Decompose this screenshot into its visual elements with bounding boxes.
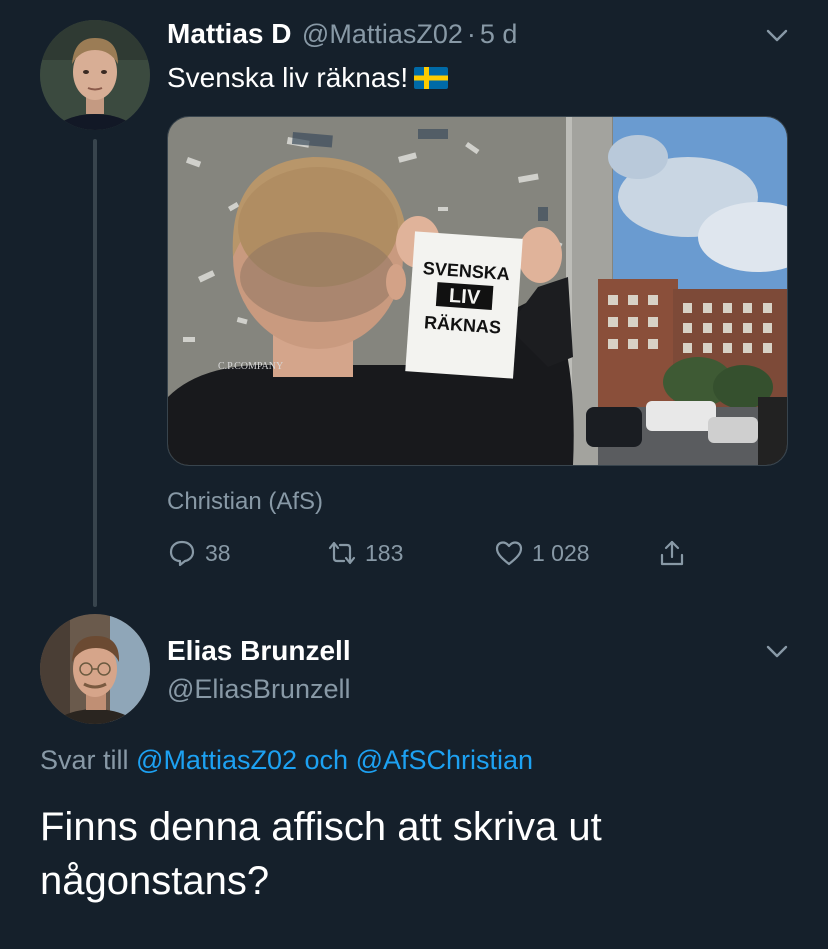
- reply-context: Svar till @MattiasZ02 och @AfSChristian: [40, 745, 533, 776]
- avatar-elias[interactable]: [40, 614, 150, 724]
- share-icon: [660, 540, 684, 566]
- tweet-text-line: Finns denna affisch att skriva ut: [40, 805, 602, 849]
- tweet2-text: Finns denna affisch att skriva ut någons…: [40, 800, 602, 908]
- tweet-text-line: någonstans?: [40, 859, 270, 903]
- thread-line: [93, 139, 97, 607]
- tweet1-text: Svenska liv räknas!: [167, 62, 449, 94]
- reply-prefix: Svar till: [40, 745, 129, 775]
- tweet-media[interactable]: SVENSKA LIV RÄKNAS C.P.COMPANY: [167, 116, 788, 466]
- share-button[interactable]: [657, 538, 687, 568]
- avatar-image: [40, 20, 150, 130]
- reply-count: 38: [205, 539, 231, 566]
- like-count: 1 028: [532, 539, 590, 566]
- poster-line-2: LIV: [448, 285, 481, 309]
- retweet-count: 183: [365, 539, 404, 566]
- reply-button[interactable]: 38: [167, 538, 231, 568]
- chevron-down-icon: [766, 645, 788, 658]
- jacket-label: C.P.COMPANY: [218, 361, 283, 372]
- tweet-time[interactable]: 5 d: [480, 19, 518, 49]
- retweet-icon: [328, 541, 356, 565]
- tweet1-header: Mattias D @MattiasZ02 · 5 d: [167, 18, 517, 50]
- separator-dot: ·: [466, 19, 476, 49]
- chevron-down-icon: [766, 29, 788, 42]
- mention-link[interactable]: @AfSChristian: [356, 745, 533, 775]
- avatar-image: [40, 614, 150, 724]
- sweden-flag-icon: [414, 67, 449, 89]
- user-handle[interactable]: @EliasBrunzell: [167, 674, 350, 705]
- user-handle[interactable]: @MattiasZ02: [302, 19, 463, 49]
- reply-join: och: [304, 745, 349, 775]
- tagged-user[interactable]: Christian (AfS): [167, 488, 323, 516]
- reply-icon: [169, 540, 195, 567]
- tweet-menu-button[interactable]: [764, 638, 790, 669]
- avatar-mattias[interactable]: [40, 20, 150, 130]
- display-name[interactable]: Mattias D: [167, 18, 291, 49]
- retweet-button[interactable]: 183: [327, 538, 403, 568]
- display-name[interactable]: Elias Brunzell: [167, 635, 351, 667]
- tweet-text: Svenska liv räknas!: [167, 62, 409, 93]
- like-button[interactable]: 1 028: [494, 538, 590, 568]
- mention-link[interactable]: @MattiasZ02: [136, 745, 297, 775]
- heart-icon: [495, 541, 523, 566]
- tweet-photo: SVENSKA LIV RÄKNAS C.P.COMPANY: [168, 117, 787, 465]
- tweet-menu-button[interactable]: [764, 22, 790, 53]
